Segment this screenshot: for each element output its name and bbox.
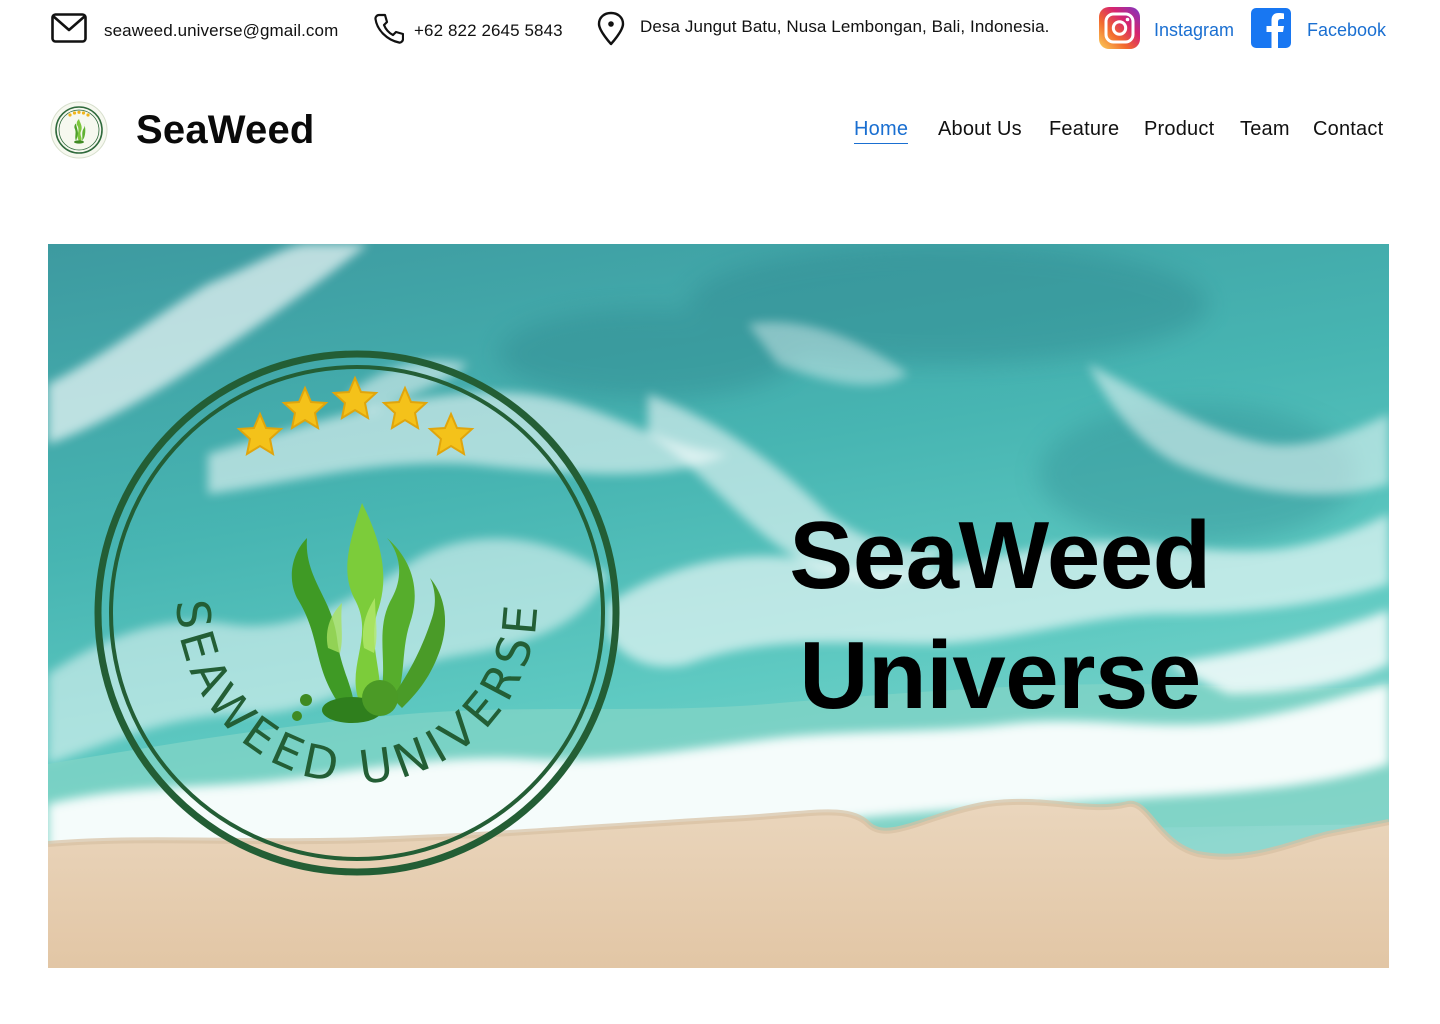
phone-icon [374, 13, 405, 49]
hero-title-line-2: Universe [799, 622, 1201, 729]
address-text: Desa Jungut Batu, Nusa Lembongan, Bali, … [640, 17, 1050, 36]
address-contact: Desa Jungut Batu, Nusa Lembongan, Bali, … [597, 11, 1050, 51]
email-contact[interactable]: seaweed.universe@gmail.com [51, 13, 338, 48]
hero-title-line-1: SeaWeed [789, 502, 1211, 609]
nav-contact[interactable]: Contact [1313, 118, 1383, 141]
phone-text[interactable]: +62 822 2645 5843 [414, 21, 563, 41]
contact-bar: seaweed.universe@gmail.com +62 822 2645 … [0, 0, 1440, 58]
instagram-label[interactable]: Instagram [1154, 20, 1234, 41]
main-nav: Home About Us Feature Product Team Conta… [0, 118, 1440, 158]
instagram-link[interactable]: Instagram [1099, 7, 1234, 54]
facebook-label[interactable]: Facebook [1307, 20, 1386, 41]
emblem-text: SEAWEED UNIVERSE [165, 597, 549, 795]
email-text[interactable]: seaweed.universe@gmail.com [104, 21, 338, 41]
nav-product[interactable]: Product [1144, 118, 1214, 141]
nav-home[interactable]: Home [854, 118, 909, 144]
facebook-link[interactable]: Facebook [1251, 8, 1386, 53]
nav-feature[interactable]: Feature [1049, 118, 1119, 141]
hero-banner: SEAWEED UNIVERSE SeaWeed Universe [48, 244, 1389, 968]
facebook-icon[interactable] [1251, 8, 1291, 53]
seaweed-universe-emblem: SEAWEED UNIVERSE [94, 350, 620, 876]
rating-stars [236, 375, 475, 457]
seaweed-icon [291, 503, 446, 723]
map-pin-icon [597, 11, 625, 51]
mail-icon [51, 13, 87, 48]
instagram-icon[interactable] [1099, 7, 1140, 54]
hero-title: SeaWeed Universe [700, 496, 1300, 736]
nav-about-us[interactable]: About Us [938, 118, 1022, 141]
phone-contact[interactable]: +62 822 2645 5843 [374, 13, 563, 49]
nav-team[interactable]: Team [1240, 118, 1290, 141]
